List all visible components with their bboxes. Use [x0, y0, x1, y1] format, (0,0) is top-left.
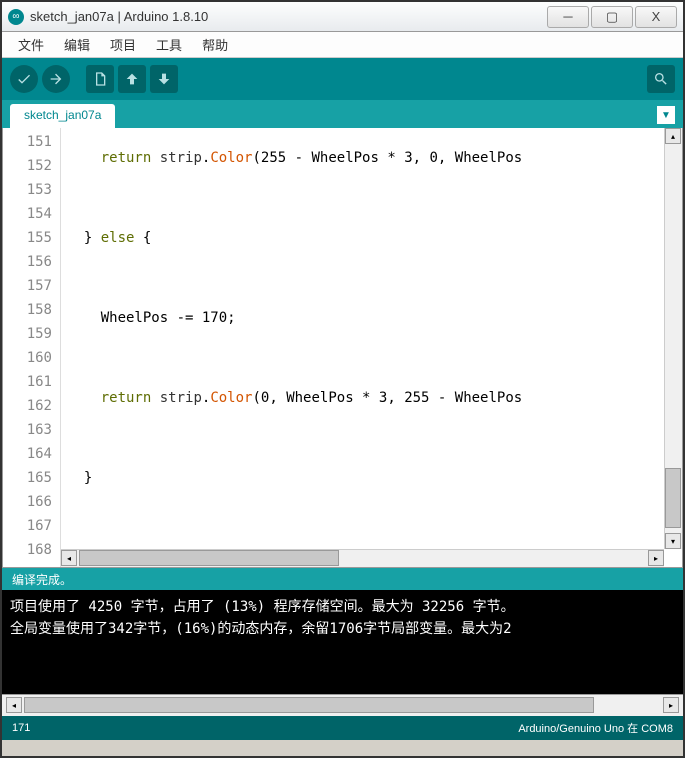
- arrow-up-icon: [124, 71, 140, 87]
- arduino-icon: [8, 9, 24, 25]
- statusbar: 171 Arduino/Genuino Uno 在 COM8: [2, 716, 683, 740]
- console-horizontal-scrollbar[interactable]: ◂ ▸: [2, 694, 683, 716]
- upload-button[interactable]: [42, 65, 70, 93]
- tab-menu-dropdown[interactable]: ▼: [657, 106, 675, 124]
- window-titlebar: sketch_jan07a | Arduino 1.8.10 ─ ▢ X: [2, 2, 683, 32]
- cursor-line-number: 171: [12, 722, 518, 734]
- code-text-area[interactable]: return strip.Color(255 - WheelPos * 3, 0…: [61, 128, 682, 567]
- scroll-down-arrow[interactable]: ▾: [665, 533, 681, 549]
- menu-tools[interactable]: 工具: [148, 33, 190, 56]
- scroll-thumb-horizontal[interactable]: [24, 697, 594, 713]
- scroll-right-arrow[interactable]: ▸: [663, 697, 679, 713]
- scroll-left-arrow[interactable]: ◂: [61, 550, 77, 566]
- tab-bar: sketch_jan07a ▼: [2, 100, 683, 128]
- check-icon: [16, 71, 32, 87]
- scroll-thumb-horizontal[interactable]: [79, 550, 339, 566]
- editor-vertical-scrollbar[interactable]: ▴ ▾: [664, 128, 682, 549]
- maximize-button[interactable]: ▢: [591, 6, 633, 28]
- arrow-down-icon: [156, 71, 172, 87]
- close-button[interactable]: X: [635, 6, 677, 28]
- new-button[interactable]: [86, 65, 114, 93]
- file-icon: [92, 71, 108, 87]
- code-editor[interactable]: 151 152 153 154 155 156 157 158 159 160 …: [2, 128, 683, 568]
- console-line: 全局变量使用了342字节，(16%)的动态内存，余留1706字节局部变量。最大为…: [10, 618, 675, 640]
- tab-sketch[interactable]: sketch_jan07a: [10, 104, 115, 128]
- window-title: sketch_jan07a | Arduino 1.8.10: [30, 9, 545, 24]
- arrow-right-icon: [48, 71, 64, 87]
- output-console[interactable]: 项目使用了 4250 字节，占用了 (13%) 程序存储空间。最大为 32256…: [2, 590, 683, 694]
- menubar: 文件 编辑 项目 工具 帮助: [2, 32, 683, 58]
- scroll-thumb-vertical[interactable]: [665, 468, 681, 528]
- console-line: 项目使用了 4250 字节，占用了 (13%) 程序存储空间。最大为 32256…: [10, 596, 675, 618]
- menu-file[interactable]: 文件: [10, 33, 52, 56]
- magnifier-icon: [653, 71, 669, 87]
- open-button[interactable]: [118, 65, 146, 93]
- serial-monitor-button[interactable]: [647, 65, 675, 93]
- compile-status: 编译完成。: [2, 568, 683, 590]
- menu-help[interactable]: 帮助: [194, 33, 236, 56]
- menu-edit[interactable]: 编辑: [56, 33, 98, 56]
- menu-sketch[interactable]: 项目: [102, 33, 144, 56]
- board-port-info: Arduino/Genuino Uno 在 COM8: [518, 720, 673, 736]
- verify-button[interactable]: [10, 65, 38, 93]
- save-button[interactable]: [150, 65, 178, 93]
- line-number-gutter: 151 152 153 154 155 156 157 158 159 160 …: [3, 128, 61, 567]
- toolbar: [2, 58, 683, 100]
- editor-horizontal-scrollbar[interactable]: ◂ ▸: [61, 549, 664, 567]
- minimize-button[interactable]: ─: [547, 6, 589, 28]
- scroll-left-arrow[interactable]: ◂: [6, 697, 22, 713]
- scroll-right-arrow[interactable]: ▸: [648, 550, 664, 566]
- scroll-up-arrow[interactable]: ▴: [665, 128, 681, 144]
